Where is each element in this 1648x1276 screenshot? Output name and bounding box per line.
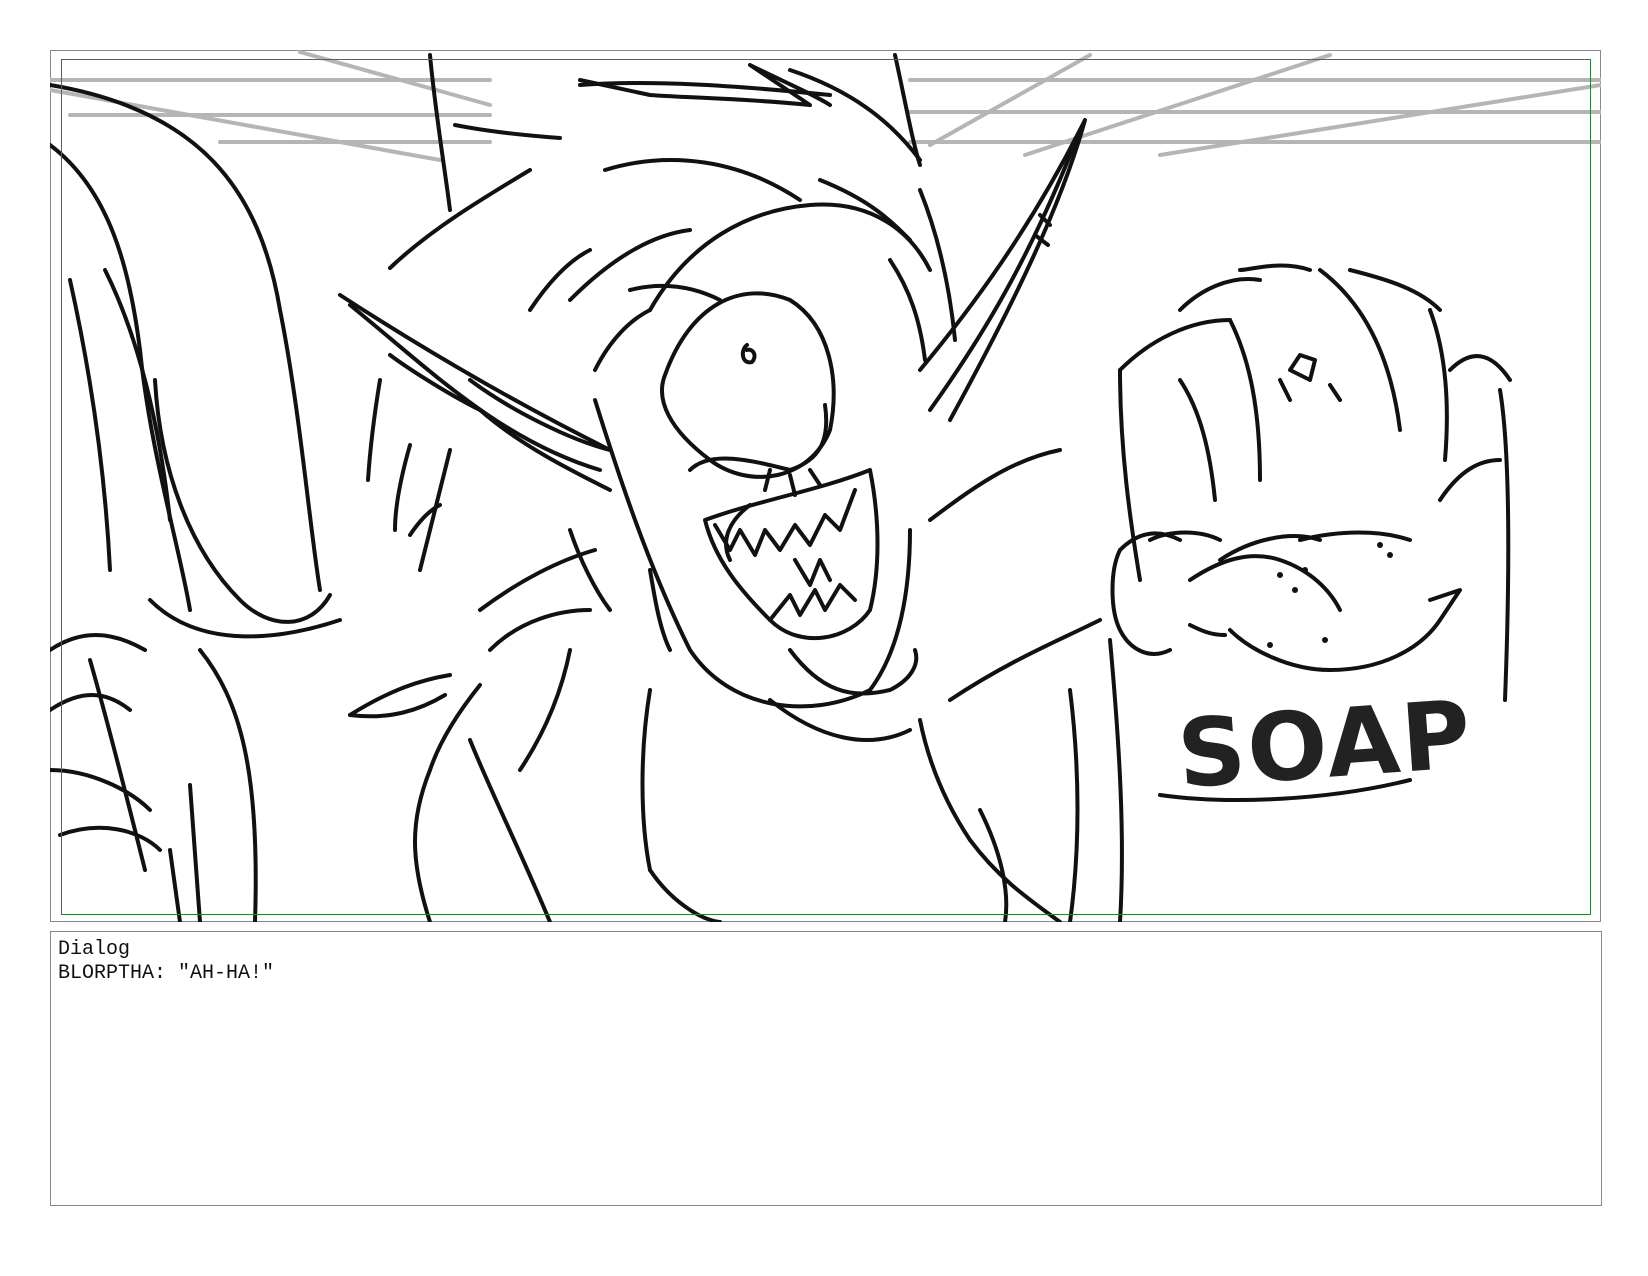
- storyboard-sketch: SOAP: [50, 50, 1601, 922]
- perspective-guides: [50, 50, 1601, 162]
- dialog-box: Dialog BLORPTHA: "AH-HA!": [50, 931, 1602, 1206]
- dialog-line: BLORPTHA: "AH-HA!": [58, 962, 275, 985]
- dialog-label: Dialog: [58, 938, 131, 961]
- sign-text: SOAP: [1174, 681, 1476, 810]
